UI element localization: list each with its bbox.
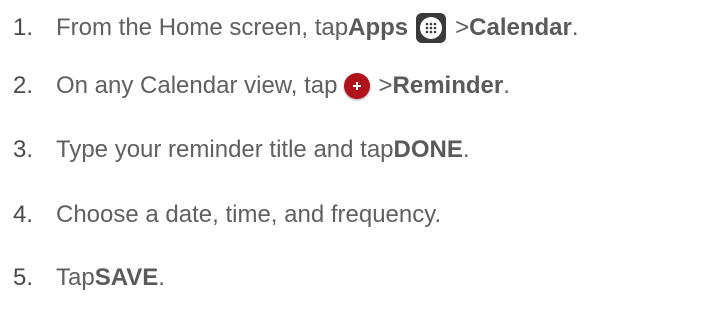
step-4: 4. Choose a date, time, and frequency.	[0, 200, 441, 230]
step-3: 3. Type your reminder title and tap DONE…	[0, 135, 470, 165]
step-1: 1. From the Home screen, tap Apps > Cale	[0, 13, 579, 43]
step-text: Type your reminder title and tap	[56, 136, 394, 163]
step-number: 4.	[13, 201, 34, 228]
apps-label: Apps	[348, 14, 409, 41]
add-plus-icon	[343, 73, 370, 99]
period: .	[158, 264, 165, 291]
step-text: Choose a date, time, and frequency.	[56, 201, 442, 228]
period: .	[571, 14, 579, 41]
step-2: 2. On any Calendar view, tap > Reminder …	[0, 71, 510, 101]
reminder-label: Reminder	[392, 72, 504, 99]
separator: >	[378, 72, 393, 99]
step-number: 3.	[13, 136, 34, 163]
period: .	[503, 72, 510, 99]
step-5: 5. Tap SAVE .	[0, 263, 165, 293]
calendar-label: Calendar	[469, 14, 572, 41]
save-label: SAVE	[94, 264, 159, 291]
step-text: On any Calendar view, tap	[56, 72, 338, 99]
step-number: 5.	[13, 264, 34, 291]
period: .	[462, 136, 470, 163]
step-number: 1.	[13, 14, 34, 41]
step-text: From the Home screen, tap	[56, 14, 349, 41]
done-label: DONE	[393, 136, 463, 163]
step-text: Tap	[56, 264, 95, 291]
apps-grid-icon	[416, 13, 447, 43]
step-number: 2.	[13, 72, 34, 99]
separator: >	[455, 14, 470, 41]
